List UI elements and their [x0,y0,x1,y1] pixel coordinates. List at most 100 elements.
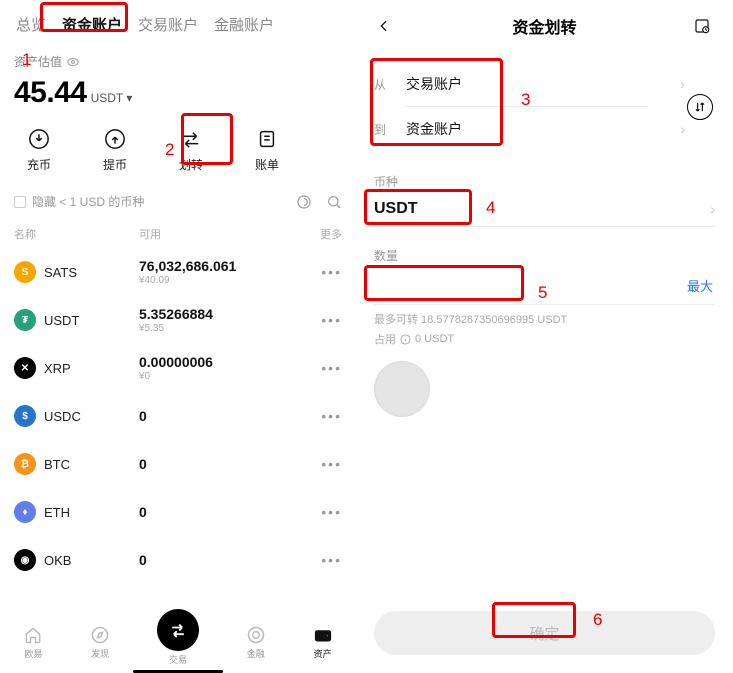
more-icon[interactable]: ••• [302,360,342,376]
asset-row[interactable]: ₿ BTC 0 ••• [0,440,356,488]
max-button[interactable]: 最大 [685,276,715,295]
coin-icon: ◉ [14,549,36,571]
deposit-button[interactable]: 充币 [14,128,64,173]
bills-icon [256,128,278,150]
loading-spinner [374,361,430,417]
chevron-right-icon: › [680,121,685,137]
coin-symbol: XRP [44,361,139,376]
home-icon [23,625,43,645]
transfer-accounts-block: 从 交易账户 › 到 资金账户 › [374,62,715,151]
coin-symbol: USDC [44,409,139,424]
transfer-icon [180,128,202,150]
asset-list-header: 名称 可用 更多 [0,218,356,248]
coin-amount-fiat: ¥5.35 [139,323,302,334]
asset-row[interactable]: ✕ XRP 0.00000006 ¥0 ••• [0,344,356,392]
nav-discover[interactable]: 发现 [90,625,110,660]
more-icon[interactable]: ••• [302,408,342,424]
tab-funding[interactable]: 资金账户 [58,10,126,39]
withdraw-icon [104,128,126,150]
deposit-icon [28,128,50,150]
chevron-right-icon: › [710,201,715,217]
search-icon[interactable] [326,194,342,210]
nav-home[interactable]: 欧易 [23,625,43,660]
asset-row[interactable]: S SATS 76,032,686.061 ¥40.09 ••• [0,248,356,296]
coin-amount: 0 [139,456,302,472]
coin-amount: 0 [139,504,302,520]
account-tabs: 总览 资金账户 交易账户 金融账户 [0,0,356,45]
finance-icon [246,625,266,645]
from-label: 从 [374,76,396,93]
to-value: 资金账户 [406,119,670,139]
filter-row: 隐藏 < 1 USD 的币种 [0,185,356,218]
from-account-row[interactable]: 从 交易账户 › [374,62,685,106]
asset-valuation-label: 资产估值 [14,53,62,70]
coin-amount: 0 [139,552,302,568]
history-button[interactable] [693,17,713,35]
currency-value: USDT [374,200,710,218]
from-value: 交易账户 [406,74,670,94]
transfer-screen: 资金划转 从 交易账户 › 到 资金账户 › 币种 USDT › [356,0,733,673]
more-icon[interactable]: ••• [302,264,342,280]
tab-trading[interactable]: 交易账户 [134,10,202,39]
asset-row[interactable]: $ USDC 0 ••• [0,392,356,440]
wallet-icon [313,625,333,645]
amount-section-label: 数量 [374,247,715,264]
more-icon[interactable]: ••• [302,456,342,472]
more-icon[interactable]: ••• [302,552,342,568]
chevron-right-icon: › [680,76,685,92]
coin-amount: 0.00000006 [139,354,302,370]
amount-input-row: 最大 [374,264,715,305]
asset-valuation: 资产估值 45.44 USDT ▾ [0,45,356,114]
occupied-row: 占用 0 USDT [374,331,715,347]
coin-icon: $ [14,405,36,427]
coin-amount-fiat: ¥40.09 [139,275,302,286]
asset-amount-unit[interactable]: USDT ▾ [91,91,133,105]
coin-icon: ₮ [14,309,36,331]
bills-button[interactable]: 账单 [242,128,292,173]
asset-list: S SATS 76,032,686.061 ¥40.09 ••• ₮ USDT … [0,248,356,584]
currency-section-label: 币种 [374,173,715,190]
coin-symbol: USDT [44,313,139,328]
coin-icon: ✕ [14,357,36,379]
swap-direction-button[interactable] [687,94,713,120]
coin-amount: 76,032,686.061 [139,258,302,274]
bottom-nav: 欧易 发现 交易 金融 资产 [0,611,356,673]
more-icon[interactable]: ••• [302,312,342,328]
nav-assets[interactable]: 资产 [313,625,333,660]
confirm-button[interactable]: 确定 [374,611,715,655]
asset-row[interactable]: ₮ USDT 5.35266884 ¥5.35 ••• [0,296,356,344]
asset-row[interactable]: ◉ OKB 0 ••• [0,536,356,584]
back-button[interactable] [376,18,396,34]
scan-icon[interactable] [296,194,312,210]
nav-finance[interactable]: 金融 [246,625,266,660]
to-label: 到 [374,121,396,138]
coin-symbol: BTC [44,457,139,472]
hide-small-label: 隐藏 < 1 USD 的币种 [32,193,144,210]
coin-amount-fiat: ¥0 [139,371,302,382]
nav-trade[interactable]: 交易 [157,619,199,666]
more-icon[interactable]: ••• [302,504,342,520]
tab-finance[interactable]: 金融账户 [210,10,278,39]
to-account-row[interactable]: 到 资金账户 › [374,107,685,151]
asset-row[interactable]: ♦ ETH 0 ••• [0,488,356,536]
withdraw-button[interactable]: 提币 [90,128,140,173]
info-icon[interactable] [400,334,411,345]
coin-symbol: OKB [44,553,139,568]
coin-symbol: ETH [44,505,139,520]
eye-icon[interactable] [66,55,80,69]
transfer-header: 资金划转 [374,0,715,52]
coin-icon: ₿ [14,453,36,475]
tab-overview[interactable]: 总览 [12,10,50,39]
asset-amount-value: 45.44 [14,76,87,110]
amount-input[interactable] [374,274,685,296]
quick-actions: 充币 提币 划转 账单 [0,114,356,185]
coin-icon: ♦ [14,501,36,523]
max-transfer-hint: 最多可转 18.5778287350696995 USDT [374,311,715,327]
page-title: 资金划转 [396,14,693,38]
transfer-button[interactable]: 划转 [166,128,216,173]
funding-account-screen: 总览 资金账户 交易账户 金融账户 资产估值 45.44 USDT ▾ 充币 提… [0,0,356,673]
hide-small-checkbox[interactable] [14,196,26,208]
coin-amount: 0 [139,408,302,424]
currency-selector[interactable]: USDT › [374,190,715,227]
coin-symbol: SATS [44,265,139,280]
